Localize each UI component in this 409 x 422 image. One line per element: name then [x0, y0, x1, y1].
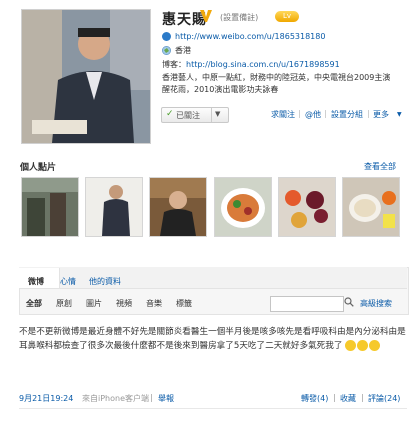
- tab-weibo[interactable]: 微博: [28, 276, 44, 287]
- blog-prefix: 博客：: [162, 60, 186, 69]
- filter-all[interactable]: 全部: [26, 298, 42, 309]
- emoji-icon: [345, 340, 357, 351]
- check-icon: ✓: [166, 109, 174, 119]
- blog-url-link[interactable]: http://blog.sina.com.cn/u/1671898591: [186, 60, 340, 69]
- filter-video[interactable]: 視頻: [116, 298, 132, 309]
- photo-thumbnail[interactable]: [278, 177, 336, 237]
- more-link[interactable]: 更多: [373, 109, 389, 120]
- divider: |: [333, 393, 336, 402]
- blog-line: 博客：http://blog.sina.com.cn/u/1671898591: [162, 59, 340, 70]
- photo-thumbnail[interactable]: [21, 177, 79, 237]
- photo-thumbnail[interactable]: [342, 177, 400, 237]
- photo-thumbnail[interactable]: [149, 177, 207, 237]
- set-group-link[interactable]: 設置分組: [331, 109, 363, 120]
- post-content: 不是不更新微博是最近身體不好先是關節炎看醫生一個半月後是咳多咳先是看呼吸科由是內…: [19, 325, 407, 353]
- divider: |: [150, 393, 153, 402]
- repost-link[interactable]: 轉發(4): [301, 393, 328, 404]
- favorite-link[interactable]: 收藏: [340, 393, 356, 404]
- divider: [211, 108, 212, 122]
- divider: [19, 408, 407, 409]
- divider: |: [324, 109, 327, 118]
- divider: |: [367, 109, 370, 118]
- feed-search-input[interactable]: [270, 296, 344, 312]
- tab-mood[interactable]: 心情: [60, 276, 76, 287]
- profile-bio: 香港藝人，中原一點紅，財務中的陸冠英，中央電視台2009主演醒花雨，2010演出…: [162, 73, 391, 94]
- chevron-down-icon[interactable]: ▼: [215, 110, 220, 118]
- chevron-down-icon[interactable]: ▼: [397, 111, 402, 118]
- mention-link[interactable]: @他: [305, 109, 321, 120]
- search-icon[interactable]: [344, 297, 354, 307]
- ask-follow-link[interactable]: 求關注: [271, 109, 295, 120]
- profile-avatar[interactable]: [21, 9, 151, 144]
- followed-button[interactable]: ✓ 已關注 ▼: [161, 107, 229, 123]
- verified-icon: [200, 10, 212, 22]
- view-all-link[interactable]: 查看全部: [364, 161, 396, 172]
- location-text: 香港: [175, 46, 191, 55]
- emoji-icon: [357, 340, 369, 351]
- followed-label: 已關注: [176, 111, 200, 120]
- photos-title: 個人點片: [20, 163, 57, 173]
- filter-original[interactable]: 原創: [56, 298, 72, 309]
- report-link[interactable]: 舉報: [158, 393, 174, 404]
- set-remark-link[interactable]: (設置備註): [220, 12, 258, 23]
- photo-thumbnail[interactable]: [214, 177, 272, 237]
- post-source: 來自iPhone客户端: [82, 394, 150, 403]
- tab-profile-info[interactable]: 他的資料: [89, 276, 121, 287]
- advanced-search-link[interactable]: 高級搜索: [360, 298, 392, 309]
- comment-link[interactable]: 評論(24): [368, 393, 400, 404]
- divider: |: [298, 109, 301, 118]
- weibo-url-icon: [162, 32, 171, 41]
- post-timestamp-link[interactable]: 9月21日19:24: [19, 393, 73, 404]
- filter-tags[interactable]: 標籤: [176, 298, 192, 309]
- divider: |: [361, 393, 364, 402]
- smile-emoji-icon: [369, 340, 381, 351]
- level-badge[interactable]: Lv: [275, 11, 299, 22]
- filter-music[interactable]: 音樂: [146, 298, 162, 309]
- location-icon: [162, 46, 171, 55]
- weibo-url-link[interactable]: http://www.weibo.com/u/1865318180: [175, 32, 325, 41]
- photo-thumbnail[interactable]: [85, 177, 143, 237]
- feed-tabs: [19, 267, 407, 289]
- filter-images[interactable]: 圖片: [86, 298, 102, 309]
